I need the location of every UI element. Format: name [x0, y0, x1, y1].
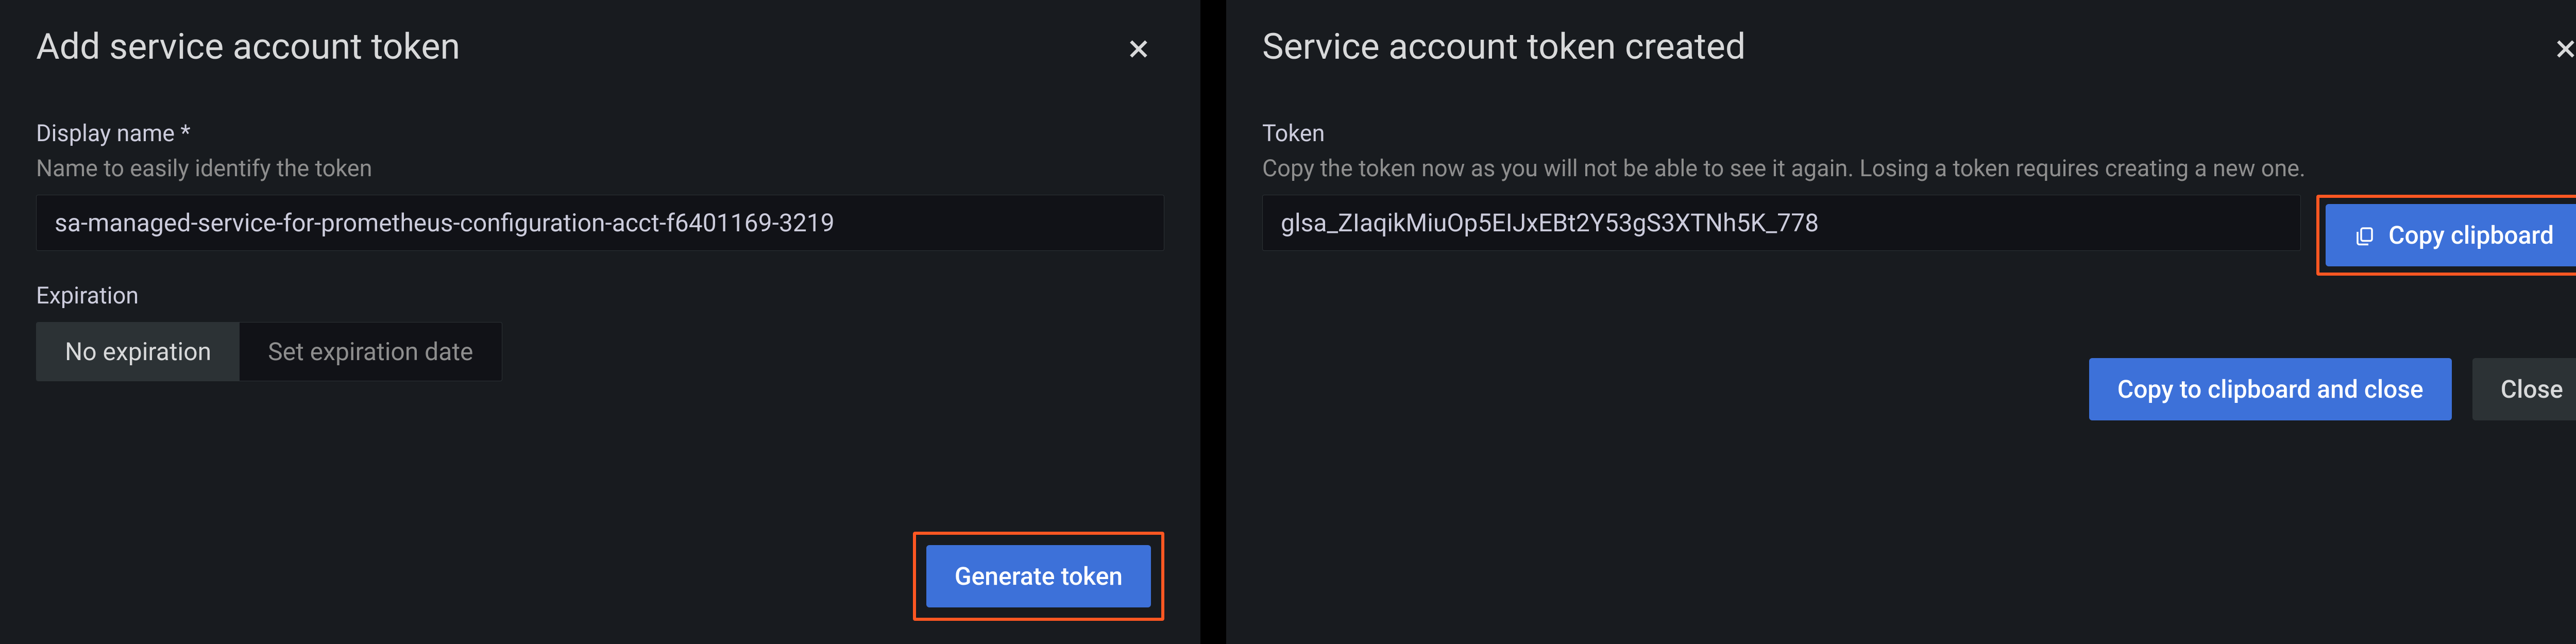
display-name-input[interactable]: [36, 195, 1164, 251]
generate-highlight: Generate token: [913, 532, 1164, 621]
close-text-button[interactable]: Close: [2472, 358, 2576, 420]
modal-footer: Generate token: [913, 532, 1164, 621]
modal-title: Service account token created: [1262, 26, 2576, 68]
display-name-section: Display name * Name to easily identify t…: [36, 120, 1164, 251]
generate-token-button[interactable]: Generate token: [926, 545, 1151, 607]
close-button[interactable]: [1121, 31, 1157, 69]
expiration-label: Expiration: [36, 282, 1164, 309]
token-input-wrap: [1262, 195, 2301, 276]
close-button[interactable]: [2548, 31, 2576, 69]
token-section: Token Copy the token now as you will not…: [1262, 120, 2576, 276]
display-name-hint: Name to easily identify the token: [36, 155, 1164, 182]
token-value-input[interactable]: [1262, 195, 2301, 251]
clipboard-icon: [2354, 225, 2376, 246]
modal-footer: Copy to clipboard and close Close: [1262, 358, 2576, 420]
close-icon: [1126, 36, 1151, 62]
modal-title: Add service account token: [36, 26, 1164, 68]
token-row: Copy clipboard: [1262, 195, 2576, 276]
close-icon: [2553, 36, 2576, 62]
expiration-section: Expiration No expiration Set expiration …: [36, 282, 1164, 381]
token-label: Token: [1262, 120, 2576, 147]
display-name-label: Display name *: [36, 120, 1164, 147]
copy-clipboard-label: Copy clipboard: [2388, 221, 2554, 250]
no-expiration-option[interactable]: No expiration: [37, 323, 240, 381]
copy-and-close-button[interactable]: Copy to clipboard and close: [2089, 358, 2452, 420]
copy-highlight: Copy clipboard: [2316, 195, 2576, 276]
token-created-modal: Service account token created Token Copy…: [1226, 0, 2576, 644]
token-hint: Copy the token now as you will not be ab…: [1262, 155, 2576, 182]
copy-clipboard-button[interactable]: Copy clipboard: [2326, 204, 2576, 266]
expiration-toggle: No expiration Set expiration date: [36, 322, 502, 381]
set-expiration-option[interactable]: Set expiration date: [240, 323, 501, 381]
add-token-modal: Add service account token Display name *…: [0, 0, 1200, 644]
